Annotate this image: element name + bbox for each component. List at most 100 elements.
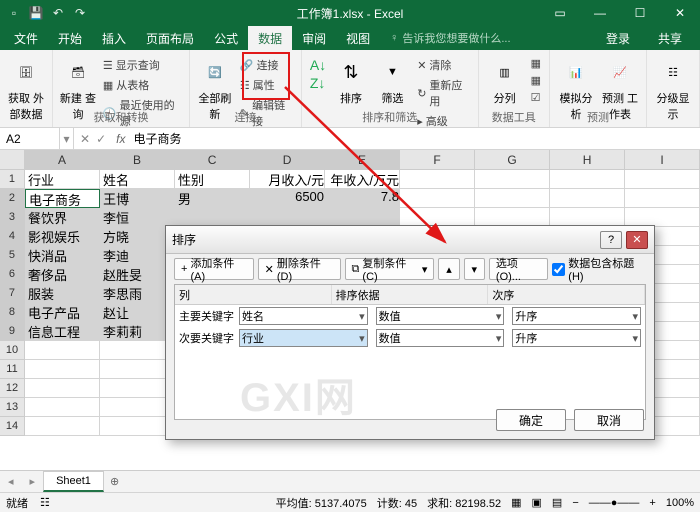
login-link[interactable]: 登录 (596, 26, 640, 51)
col-header[interactable]: F (400, 150, 475, 169)
cell[interactable] (475, 170, 550, 189)
undo-icon[interactable]: ↶ (50, 5, 66, 21)
zoom-in-icon[interactable]: + (649, 497, 655, 509)
order-combo[interactable]: 升序▾ (512, 307, 641, 325)
dialog-titlebar[interactable]: 排序 ? ✕ (166, 226, 654, 254)
col-header[interactable]: B (100, 150, 175, 169)
cell[interactable]: 快消品 (25, 246, 100, 265)
cell[interactable] (25, 341, 100, 360)
cell[interactable]: 赵让 (100, 303, 175, 322)
copy-level-button[interactable]: ⧉复制条件(C)▾ (345, 258, 435, 280)
cell[interactable]: 男 (175, 189, 250, 208)
tab-view[interactable]: 视图 (336, 26, 380, 51)
share-button[interactable]: 共享 (648, 26, 692, 51)
cell[interactable]: 行业 (25, 170, 100, 189)
clear-button[interactable]: ✕清除 (415, 56, 471, 74)
view-break-icon[interactable]: ▤ (552, 496, 562, 509)
sorton-combo[interactable]: 数值▾ (376, 329, 505, 347)
close-icon[interactable]: ✕ (660, 0, 700, 26)
col-header[interactable]: G (475, 150, 550, 169)
row-header[interactable]: 7 (0, 284, 25, 303)
cell[interactable]: 李恒 (100, 208, 175, 227)
reapply-button[interactable]: ↻重新应用 (415, 76, 471, 110)
cell[interactable]: 性别 (175, 170, 250, 189)
row-header[interactable]: 2 (0, 189, 25, 208)
options-button[interactable]: 选项(O)... (489, 258, 548, 280)
sort-button[interactable]: ⇅排序 (332, 56, 369, 106)
sheet-nav-next[interactable]: ▸ (22, 475, 44, 488)
col-header[interactable]: H (550, 150, 625, 169)
col-header[interactable]: D (250, 150, 325, 169)
cell[interactable] (100, 379, 175, 398)
cancel-button[interactable]: 取消 (574, 409, 644, 431)
view-normal-icon[interactable]: ▦ (511, 496, 521, 509)
row-header[interactable]: 3 (0, 208, 25, 227)
name-box[interactable]: A2 (0, 128, 60, 149)
filter-button[interactable]: ▼筛选 (374, 56, 411, 106)
row-header[interactable]: 11 (0, 360, 25, 379)
view-layout-icon[interactable]: ▣ (532, 496, 542, 509)
cell[interactable]: 李迪 (100, 246, 175, 265)
cell[interactable] (100, 398, 175, 417)
cell[interactable]: 餐饮界 (25, 208, 100, 227)
column-combo[interactable]: 姓名▾ (239, 307, 368, 325)
cell[interactable]: 赵胜旻 (100, 265, 175, 284)
remove-dup-button[interactable]: ▦ (529, 73, 543, 88)
cancel-fx-icon[interactable]: ✕ (80, 132, 90, 146)
row-header[interactable]: 10 (0, 341, 25, 360)
cell[interactable] (400, 170, 475, 189)
col-header[interactable]: E (325, 150, 400, 169)
row-header[interactable]: 4 (0, 227, 25, 246)
order-combo[interactable]: 升序▾ (512, 329, 641, 347)
row-header[interactable]: 12 (0, 379, 25, 398)
cell[interactable] (475, 189, 550, 208)
cell[interactable]: 影视娱乐 (25, 227, 100, 246)
cell[interactable]: 方晓 (100, 227, 175, 246)
show-queries-button[interactable]: ☰显示查询 (101, 56, 183, 74)
cell[interactable] (625, 170, 700, 189)
cell[interactable]: 6500 (250, 189, 325, 208)
sorton-combo[interactable]: 数值▾ (376, 307, 505, 325)
cell[interactable]: 月收入/元 (250, 170, 325, 189)
row-header[interactable]: 6 (0, 265, 25, 284)
tab-formula[interactable]: 公式 (204, 26, 248, 51)
get-external-data-button[interactable]: 🗄获取 外部数据 (6, 56, 46, 122)
add-sheet-button[interactable]: ⊕ (104, 475, 125, 488)
tell-me[interactable]: ♀告诉我您想要做什么... (380, 26, 520, 50)
cell[interactable]: 信息工程 (25, 322, 100, 341)
cell[interactable]: 电子产品 (25, 303, 100, 322)
cell[interactable] (400, 189, 475, 208)
save-icon[interactable]: 💾 (28, 5, 44, 21)
row-header[interactable]: 9 (0, 322, 25, 341)
ribbon-opts-icon[interactable]: ▭ (540, 0, 580, 26)
sort-asc-button[interactable]: A↓ (308, 56, 328, 74)
cell[interactable]: 李莉莉 (100, 322, 175, 341)
cell[interactable] (100, 417, 175, 436)
cell[interactable]: 姓名 (100, 170, 175, 189)
cell[interactable] (100, 341, 175, 360)
close-icon[interactable]: ✕ (626, 231, 648, 249)
accept-fx-icon[interactable]: ✓ (96, 132, 106, 146)
cell[interactable]: 李思雨 (100, 284, 175, 303)
sort-desc-button[interactable]: Z↓ (308, 74, 328, 92)
namebox-dropdown[interactable]: ▾ (60, 128, 74, 149)
tab-data[interactable]: 数据 (248, 26, 292, 51)
tab-home[interactable]: 开始 (48, 26, 92, 51)
from-table-button[interactable]: ▦从表格 (101, 76, 183, 94)
validation-button[interactable]: ☑ (529, 90, 543, 105)
tab-review[interactable]: 审阅 (292, 26, 336, 51)
zoom-slider[interactable]: ——●—— (589, 497, 640, 509)
add-level-button[interactable]: +添加条件(A) (174, 258, 254, 280)
move-down-button[interactable]: ▾ (464, 258, 485, 280)
cell[interactable]: 电子商务 (25, 189, 100, 208)
column-combo[interactable]: 行业▾ (239, 329, 368, 347)
tab-file[interactable]: 文件 (4, 26, 48, 51)
zoom-out-icon[interactable]: − (572, 497, 578, 509)
fx-icon[interactable]: fx (112, 132, 129, 146)
text-to-columns-button[interactable]: ▥分列 (485, 56, 525, 106)
row-header[interactable]: 13 (0, 398, 25, 417)
connections-button[interactable]: 🔗连接 (238, 56, 295, 74)
zoom-level[interactable]: 100% (666, 497, 694, 509)
row-header[interactable]: 8 (0, 303, 25, 322)
help-icon[interactable]: ? (600, 231, 622, 249)
